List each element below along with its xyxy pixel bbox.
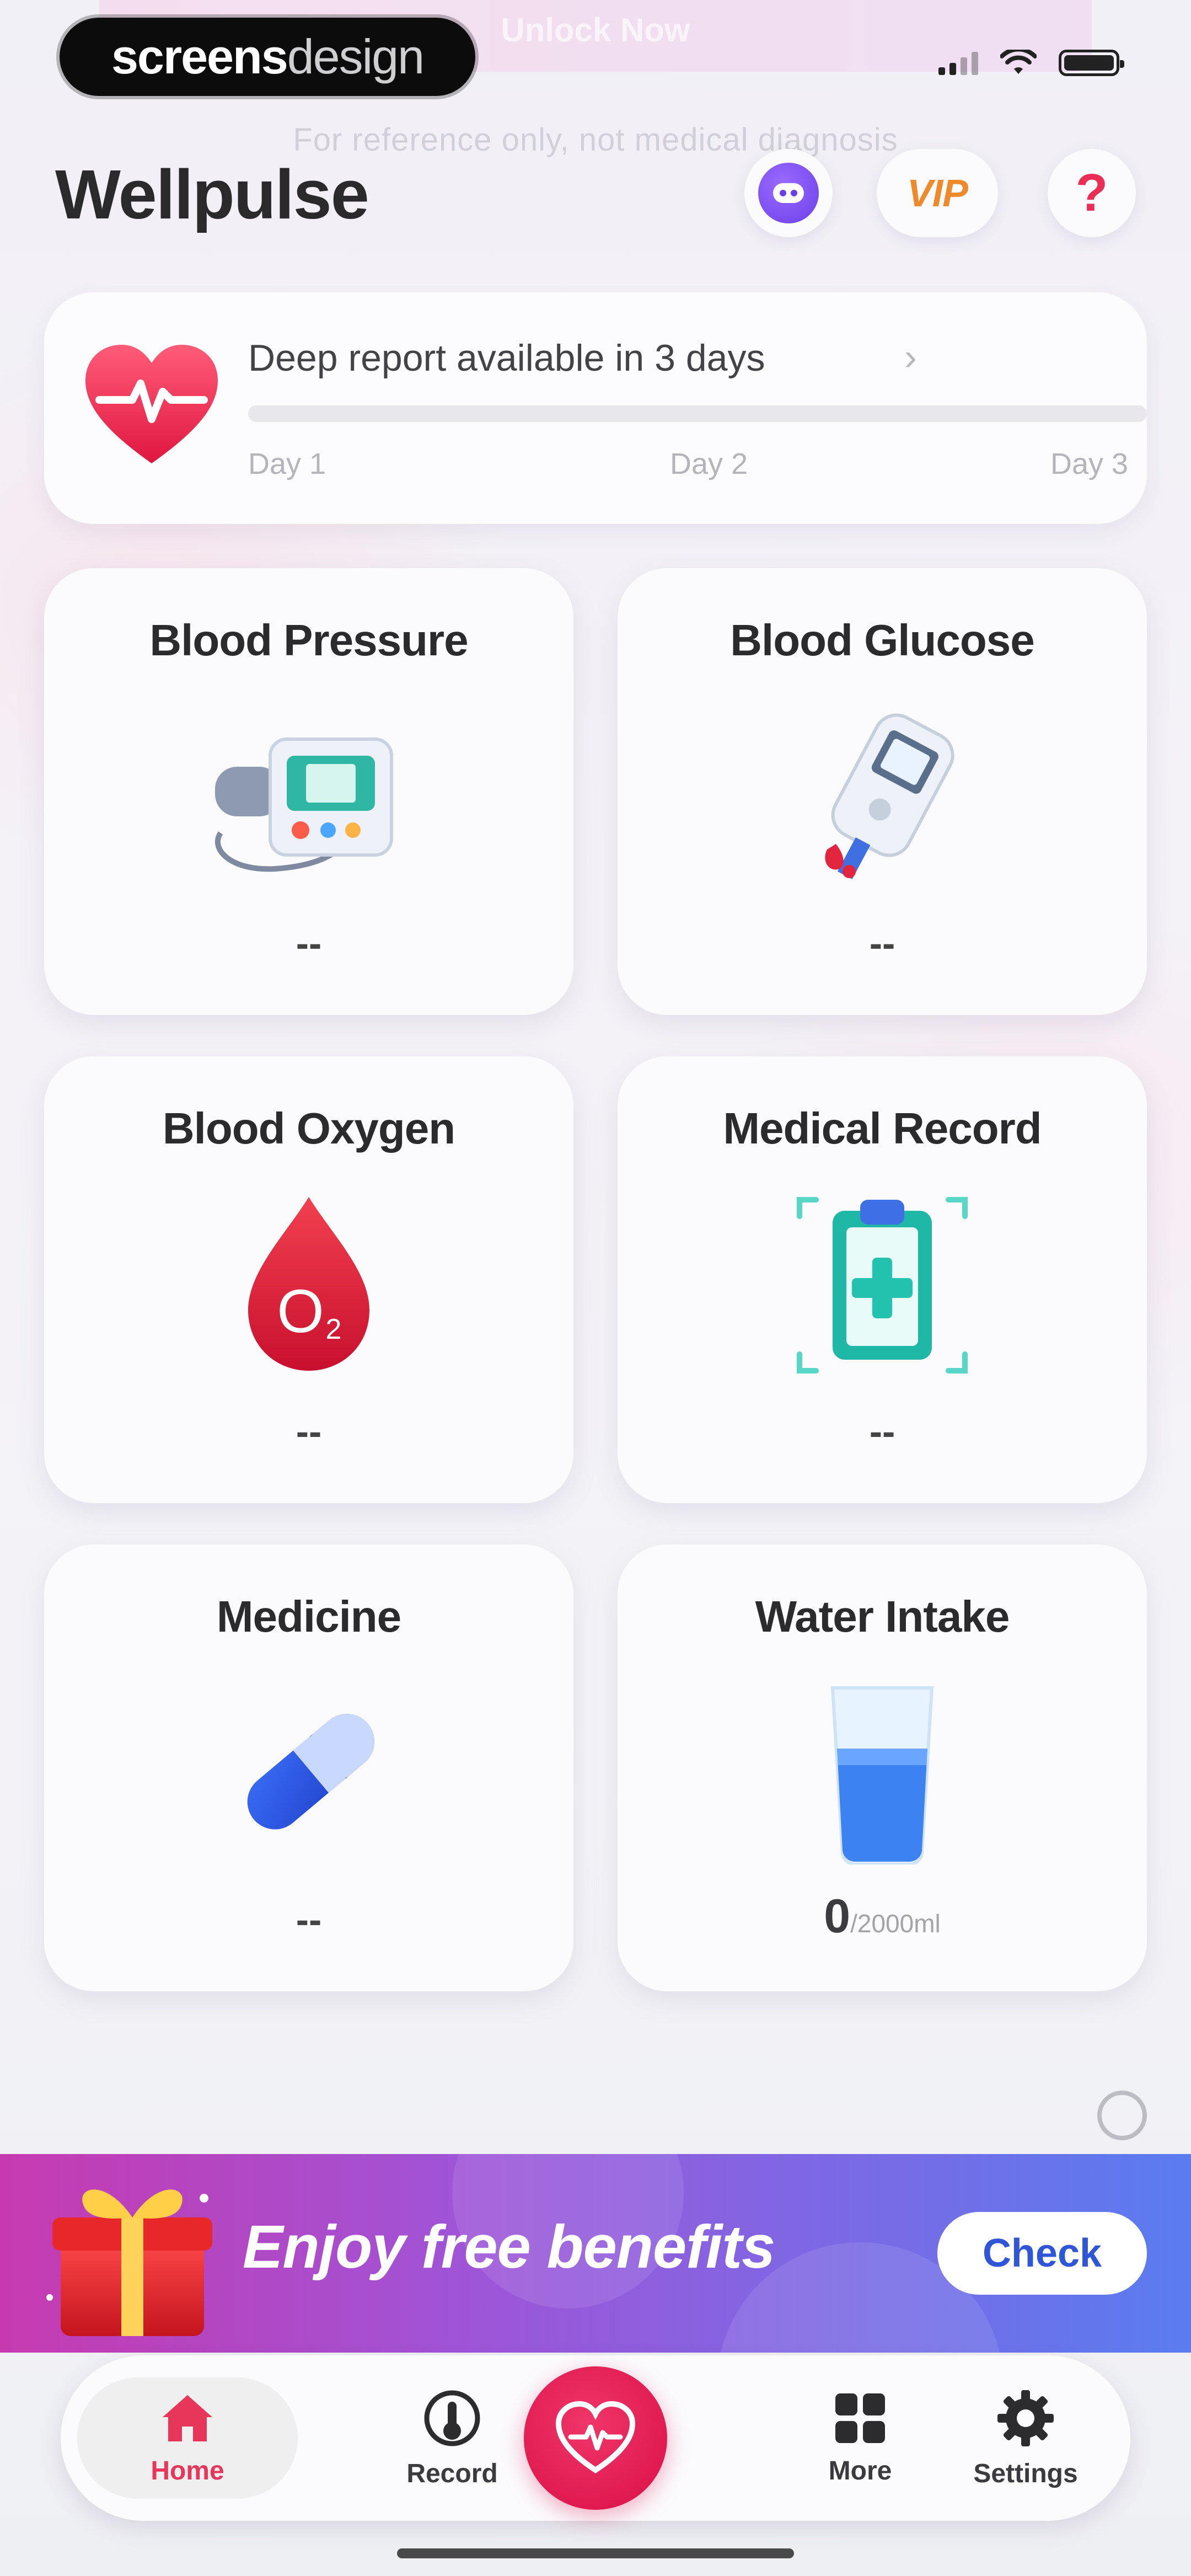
- tab-more[interactable]: More: [777, 2377, 943, 2499]
- gift-box-icon: [46, 2189, 212, 2336]
- check-button[interactable]: Check: [937, 2212, 1147, 2295]
- tile-title: Blood Oxygen: [162, 1104, 455, 1153]
- ai-bot-icon: [758, 163, 819, 223]
- watermark-text-bold: screens: [111, 29, 288, 84]
- tile-title: Water Intake: [755, 1592, 1010, 1641]
- gear-icon: [997, 2390, 1054, 2446]
- tile-value: --: [296, 1410, 322, 1453]
- tile-title: Medicine: [216, 1592, 401, 1641]
- tile-water-intake[interactable]: Water Intake 0/2000ml: [618, 1544, 1147, 1991]
- tile-value: --: [296, 922, 322, 965]
- watermark-logo: screens design: [60, 18, 475, 96]
- watermark-text-light: design: [287, 29, 425, 84]
- tab-label: More: [828, 2456, 892, 2486]
- svg-text:2: 2: [326, 1313, 342, 1345]
- oxygen-drop-icon: O 2: [248, 1197, 369, 1371]
- blood-pressure-monitor-icon: [215, 737, 393, 872]
- tab-settings[interactable]: Settings: [943, 2377, 1108, 2499]
- pill-capsule-icon: [247, 1714, 374, 1830]
- glucose-meter-icon: [825, 713, 954, 879]
- app-title: Wellpulse: [55, 156, 369, 233]
- svg-text:O: O: [277, 1278, 324, 1345]
- tile-value: --: [869, 1410, 895, 1453]
- tab-label: Record: [406, 2459, 498, 2488]
- tab-home[interactable]: Home: [77, 2377, 298, 2499]
- vip-button[interactable]: VIP: [877, 149, 998, 237]
- report-title: Deep report available in 3 days: [248, 337, 765, 379]
- wifi-icon: [1000, 50, 1037, 74]
- chevron-right-icon: ›: [904, 336, 917, 378]
- vip-label: VIP: [907, 172, 968, 215]
- tile-value: --: [296, 1898, 322, 1941]
- promo-text: Enjoy free benefits: [243, 2213, 775, 2281]
- day-label: Day 1: [248, 447, 326, 480]
- water-intake-value: 0/2000ml: [618, 1889, 1147, 1944]
- heart-measure-button[interactable]: [524, 2366, 667, 2510]
- tile-blood-oxygen[interactable]: Blood Oxygen O 2 --: [44, 1056, 573, 1503]
- home-icon: [163, 2395, 212, 2441]
- tile-medicine[interactable]: Medicine --: [44, 1544, 573, 1991]
- water-intake-goal: /2000ml: [850, 1909, 941, 1938]
- day-label: Day 3: [1050, 447, 1129, 480]
- help-icon: ?: [1075, 163, 1108, 222]
- tile-title: Blood Glucose: [730, 616, 1035, 665]
- report-progress-bar: [248, 405, 1147, 422]
- signal-icon: [938, 51, 978, 75]
- tab-record[interactable]: Record: [369, 2377, 535, 2499]
- tile-blood-glucose[interactable]: Blood Glucose --: [618, 568, 1147, 1015]
- battery-icon: [1059, 50, 1124, 76]
- deep-report-card[interactable]: Deep report available in 3 days › Day 1 …: [44, 292, 1147, 524]
- heart-rate-icon: [555, 2401, 636, 2473]
- water-glass-icon: [830, 1686, 934, 1864]
- disclaimer-text: For reference only, not medical diagnosi…: [293, 122, 898, 158]
- clipboard-medical-icon: [797, 1197, 968, 1373]
- help-button[interactable]: ?: [1048, 149, 1136, 237]
- info-icon[interactable]: [1097, 2091, 1147, 2140]
- record-icon: [424, 2390, 480, 2446]
- heart-pulse-icon: [85, 345, 218, 463]
- promo-banner[interactable]: Enjoy free benefits Check: [0, 2154, 1191, 2353]
- water-intake-amount: 0: [824, 1890, 851, 1943]
- status-bar: [938, 50, 1124, 76]
- tab-label: Settings: [973, 2459, 1078, 2488]
- day-label: Day 2: [670, 447, 748, 480]
- tile-value: --: [869, 922, 895, 965]
- bottom-tab-bar: Home Record More Settings: [61, 2355, 1130, 2521]
- grid-icon: [835, 2393, 885, 2443]
- tile-title: Medical Record: [723, 1104, 1042, 1153]
- tile-blood-pressure[interactable]: Blood Pressure --: [44, 568, 573, 1015]
- home-indicator: [397, 2548, 794, 2558]
- ai-assistant-button[interactable]: [744, 149, 833, 237]
- tile-title: Blood Pressure: [149, 616, 468, 665]
- tile-medical-record[interactable]: Medical Record --: [618, 1056, 1147, 1503]
- tab-label: Home: [151, 2456, 224, 2486]
